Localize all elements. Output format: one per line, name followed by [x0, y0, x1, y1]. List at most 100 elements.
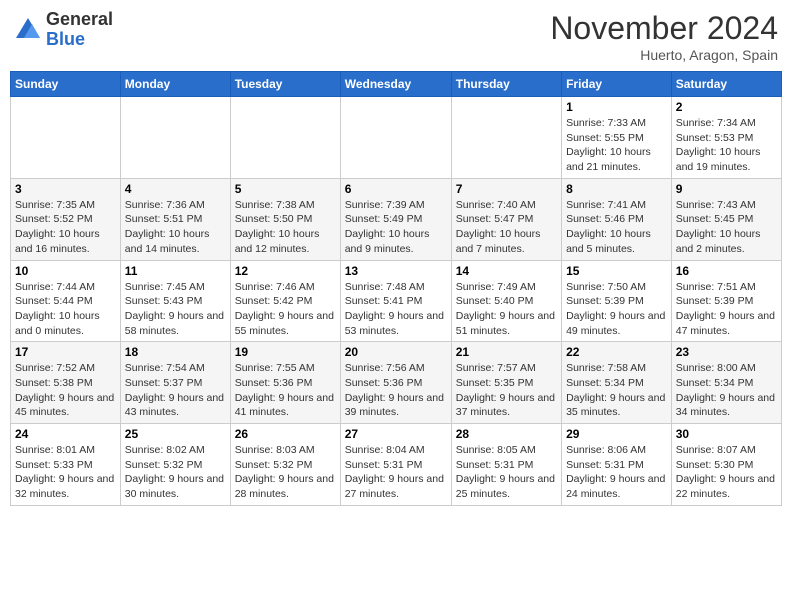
day-number: 12	[235, 264, 336, 278]
calendar-cell: 3 Sunrise: 7:35 AMSunset: 5:52 PMDaylight…	[11, 178, 121, 260]
calendar-cell: 14Sunrise: 7:49 AMSunset: 5:40 PMDayligh…	[451, 260, 561, 342]
day-number: 7	[456, 182, 557, 196]
day-info: Sunrise: 7:39 AMSunset: 5:49 PMDaylight:…	[345, 198, 447, 257]
day-number: 5	[235, 182, 336, 196]
week-row-4: 24 Sunrise: 8:01 AMSunset: 5:33 PMDayligh…	[11, 424, 782, 506]
day-info: Sunrise: 7:48 AMSunset: 5:41 PMDaylight:…	[345, 280, 447, 339]
calendar-cell: 28 Sunrise: 8:05 AMSunset: 5:31 PMDayligh…	[451, 424, 561, 506]
day-info: Sunrise: 8:07 AMSunset: 5:30 PMDaylight:…	[676, 443, 777, 502]
calendar-cell	[451, 97, 561, 179]
calendar-cell: 15 Sunrise: 7:50 AMSunset: 5:39 PMDayligh…	[562, 260, 672, 342]
calendar-body: 1 Sunrise: 7:33 AMSunset: 5:55 PMDaylight…	[11, 97, 782, 506]
day-number: 9	[676, 182, 777, 196]
day-info: Sunrise: 7:40 AMSunset: 5:47 PMDaylight:…	[456, 198, 557, 257]
day-info: Sunrise: 7:58 AMSunset: 5:34 PMDaylight:…	[566, 361, 667, 420]
calendar-cell	[11, 97, 121, 179]
day-info: Sunrise: 7:45 AMSunset: 5:43 PMDaylight:…	[125, 280, 226, 339]
week-row-2: 10 Sunrise: 7:44 AMSunset: 5:44 PMDayligh…	[11, 260, 782, 342]
day-number: 16	[676, 264, 777, 278]
day-info: Sunrise: 8:04 AMSunset: 5:31 PMDaylight:…	[345, 443, 447, 502]
day-info: Sunrise: 8:05 AMSunset: 5:31 PMDaylight:…	[456, 443, 557, 502]
day-header-wednesday: Wednesday	[340, 72, 451, 97]
day-info: Sunrise: 7:57 AMSunset: 5:35 PMDaylight:…	[456, 361, 557, 420]
calendar-cell: 27 Sunrise: 8:04 AMSunset: 5:31 PMDayligh…	[340, 424, 451, 506]
day-number: 23	[676, 345, 777, 359]
day-number: 10	[15, 264, 116, 278]
logo-blue: Blue	[46, 30, 113, 50]
calendar-cell: 19 Sunrise: 7:55 AMSunset: 5:36 PMDayligh…	[230, 342, 340, 424]
calendar-cell: 21 Sunrise: 7:57 AMSunset: 5:35 PMDayligh…	[451, 342, 561, 424]
day-header-thursday: Thursday	[451, 72, 561, 97]
day-info: Sunrise: 7:44 AMSunset: 5:44 PMDaylight:…	[15, 280, 116, 339]
day-info: Sunrise: 7:46 AMSunset: 5:42 PMDaylight:…	[235, 280, 336, 339]
day-number: 1	[566, 100, 667, 114]
calendar-cell	[230, 97, 340, 179]
day-number: 21	[456, 345, 557, 359]
day-info: Sunrise: 7:54 AMSunset: 5:37 PMDaylight:…	[125, 361, 226, 420]
calendar-cell	[120, 97, 230, 179]
calendar-cell: 4Sunrise: 7:36 AMSunset: 5:51 PMDaylight…	[120, 178, 230, 260]
calendar-cell: 29 Sunrise: 8:06 AMSunset: 5:31 PMDayligh…	[562, 424, 672, 506]
calendar-header: SundayMondayTuesdayWednesdayThursdayFrid…	[11, 72, 782, 97]
day-info: Sunrise: 7:38 AMSunset: 5:50 PMDaylight:…	[235, 198, 336, 257]
day-number: 4	[125, 182, 226, 196]
logo: General Blue	[14, 10, 113, 50]
week-row-3: 17Sunrise: 7:52 AMSunset: 5:38 PMDayligh…	[11, 342, 782, 424]
calendar-table: SundayMondayTuesdayWednesdayThursdayFrid…	[10, 71, 782, 506]
calendar-cell: 24 Sunrise: 8:01 AMSunset: 5:33 PMDayligh…	[11, 424, 121, 506]
day-number: 2	[676, 100, 777, 114]
day-number: 24	[15, 427, 116, 441]
day-number: 19	[235, 345, 336, 359]
logo-icon	[14, 16, 42, 44]
day-header-tuesday: Tuesday	[230, 72, 340, 97]
day-number: 30	[676, 427, 777, 441]
calendar-cell: 20Sunrise: 7:56 AMSunset: 5:36 PMDayligh…	[340, 342, 451, 424]
calendar-cell: 1 Sunrise: 7:33 AMSunset: 5:55 PMDaylight…	[562, 97, 672, 179]
day-number: 3	[15, 182, 116, 196]
day-number: 27	[345, 427, 447, 441]
calendar-cell: 30 Sunrise: 8:07 AMSunset: 5:30 PMDayligh…	[671, 424, 781, 506]
logo-general: General	[46, 10, 113, 30]
day-number: 6	[345, 182, 447, 196]
day-number: 22	[566, 345, 667, 359]
day-info: Sunrise: 8:03 AMSunset: 5:32 PMDaylight:…	[235, 443, 336, 502]
calendar-cell: 6 Sunrise: 7:39 AMSunset: 5:49 PMDaylight…	[340, 178, 451, 260]
day-number: 14	[456, 264, 557, 278]
calendar-cell	[340, 97, 451, 179]
day-info: Sunrise: 8:01 AMSunset: 5:33 PMDaylight:…	[15, 443, 116, 502]
calendar-cell: 10 Sunrise: 7:44 AMSunset: 5:44 PMDayligh…	[11, 260, 121, 342]
day-number: 11	[125, 264, 226, 278]
day-header-sunday: Sunday	[11, 72, 121, 97]
day-info: Sunrise: 8:02 AMSunset: 5:32 PMDaylight:…	[125, 443, 226, 502]
calendar-cell: 13Sunrise: 7:48 AMSunset: 5:41 PMDayligh…	[340, 260, 451, 342]
day-info: Sunrise: 7:50 AMSunset: 5:39 PMDaylight:…	[566, 280, 667, 339]
day-number: 26	[235, 427, 336, 441]
day-number: 20	[345, 345, 447, 359]
calendar-cell: 8 Sunrise: 7:41 AMSunset: 5:46 PMDaylight…	[562, 178, 672, 260]
day-number: 15	[566, 264, 667, 278]
calendar-cell: 2 Sunrise: 7:34 AMSunset: 5:53 PMDaylight…	[671, 97, 781, 179]
day-info: Sunrise: 7:52 AMSunset: 5:38 PMDaylight:…	[15, 361, 116, 420]
day-info: Sunrise: 7:41 AMSunset: 5:46 PMDaylight:…	[566, 198, 667, 257]
day-info: Sunrise: 8:06 AMSunset: 5:31 PMDaylight:…	[566, 443, 667, 502]
day-header-monday: Monday	[120, 72, 230, 97]
logo-text: General Blue	[46, 10, 113, 50]
day-info: Sunrise: 7:34 AMSunset: 5:53 PMDaylight:…	[676, 116, 777, 175]
day-info: Sunrise: 7:33 AMSunset: 5:55 PMDaylight:…	[566, 116, 667, 175]
day-number: 8	[566, 182, 667, 196]
day-number: 28	[456, 427, 557, 441]
week-row-0: 1 Sunrise: 7:33 AMSunset: 5:55 PMDaylight…	[11, 97, 782, 179]
day-info: Sunrise: 7:55 AMSunset: 5:36 PMDaylight:…	[235, 361, 336, 420]
day-number: 29	[566, 427, 667, 441]
calendar-cell: 17Sunrise: 7:52 AMSunset: 5:38 PMDayligh…	[11, 342, 121, 424]
calendar-cell: 7 Sunrise: 7:40 AMSunset: 5:47 PMDaylight…	[451, 178, 561, 260]
calendar-cell: 25Sunrise: 8:02 AMSunset: 5:32 PMDayligh…	[120, 424, 230, 506]
week-row-1: 3 Sunrise: 7:35 AMSunset: 5:52 PMDaylight…	[11, 178, 782, 260]
calendar-cell: 11 Sunrise: 7:45 AMSunset: 5:43 PMDayligh…	[120, 260, 230, 342]
title-block: November 2024 Huerto, Aragon, Spain	[550, 10, 778, 63]
day-info: Sunrise: 7:35 AMSunset: 5:52 PMDaylight:…	[15, 198, 116, 257]
day-info: Sunrise: 7:43 AMSunset: 5:45 PMDaylight:…	[676, 198, 777, 257]
day-header-friday: Friday	[562, 72, 672, 97]
month-title: November 2024	[550, 10, 778, 47]
calendar-cell: 18Sunrise: 7:54 AMSunset: 5:37 PMDayligh…	[120, 342, 230, 424]
